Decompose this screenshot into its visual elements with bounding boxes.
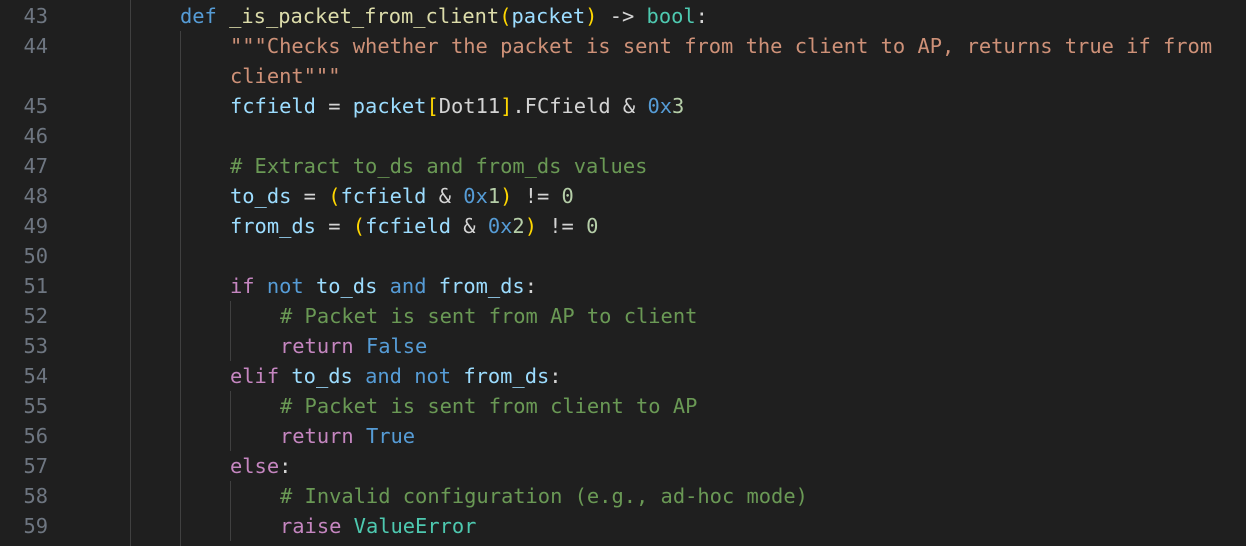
code-token: fcfield (230, 94, 316, 118)
code-token: # Packet is sent from AP to client (280, 304, 698, 328)
code-token: # Packet is sent from client to AP (280, 394, 698, 418)
code-line[interactable]: # Packet is sent from AP to client (280, 301, 697, 331)
code-token: from_ds (463, 364, 550, 388)
code-token: packet (511, 4, 586, 28)
code-token: 0x (463, 184, 488, 208)
indent-guide (230, 481, 231, 541)
code-token: -> (597, 4, 647, 28)
code-token: and (365, 364, 402, 388)
code-token: : (279, 454, 292, 478)
code-line[interactable]: # Extract to_ds and from_ds values (230, 151, 647, 181)
code-token: 0 (586, 214, 599, 238)
code-token: & (451, 214, 488, 238)
indent-guide (230, 301, 231, 361)
code-token: 0x (487, 214, 513, 238)
code-token: fcfield (365, 214, 451, 238)
code-token: fcfield (340, 184, 427, 208)
code-token: = (291, 184, 329, 208)
code-token: # Extract to_ds and from_ds values (230, 154, 648, 178)
code-line[interactable]: elif to_ds and not from_ds: (230, 361, 562, 391)
code-line[interactable]: def _is_packet_from_client(packet) -> bo… (180, 1, 708, 31)
code-token: to_ds (291, 364, 353, 388)
code-token: : (695, 4, 708, 28)
code-token: ) (585, 4, 598, 28)
code-token: 2 (512, 214, 525, 238)
code-token: # Invalid configuration (e.g., ad-hoc mo… (280, 484, 808, 508)
code-token: client""" (230, 64, 341, 88)
code-line[interactable]: else: (230, 451, 291, 481)
code-token: True (365, 424, 416, 448)
code-token: 1 (487, 184, 501, 208)
code-token: def (180, 4, 217, 28)
code-token: Dot11 (438, 94, 501, 118)
code-line[interactable]: if not to_ds and from_ds: (230, 271, 537, 301)
code-token: if (230, 274, 255, 298)
indent-guide (230, 391, 231, 451)
code-token: ) (500, 184, 513, 208)
code-token: ( (352, 214, 366, 238)
code-token: not (414, 364, 452, 388)
code-token: ValueError (353, 514, 477, 538)
code-token: .FCfield & (512, 94, 648, 118)
code-editor[interactable]: 43 44 45 46 47 48 49 50 51 52 53 54 55 56 57 58 59 def _… (0, 0, 1246, 546)
code-line[interactable]: to_ds = (fcfield & 0x1) != 0 (230, 181, 574, 211)
code-token: not (266, 274, 304, 298)
indent-guide (180, 31, 181, 546)
code-token: 3 (672, 94, 685, 118)
code-token: ) (524, 214, 537, 238)
code-token: [ (426, 94, 439, 118)
code-token: and (389, 274, 427, 298)
code-line[interactable]: raise ValueError (280, 511, 476, 541)
code-token: else (230, 454, 280, 478)
code-line[interactable]: # Packet is sent from client to AP (280, 391, 697, 421)
code-area[interactable]: def _is_packet_from_client(packet) -> bo… (0, 0, 1246, 546)
code-token: 0 (561, 184, 574, 208)
code-token: ] (500, 94, 513, 118)
code-token: = (315, 94, 353, 118)
code-token: from_ds (438, 274, 525, 298)
code-token: False (365, 334, 428, 358)
code-token: 0x (647, 94, 673, 118)
code-line[interactable]: fcfield = packet[Dot11].FCfield & 0x3 (230, 91, 684, 121)
code-line[interactable]: """Checks whether the packet is sent fro… (230, 31, 1212, 61)
code-token: from_ds (230, 214, 316, 238)
code-token: != (536, 214, 587, 238)
code-token: to_ds (315, 274, 378, 298)
code-token: bool (646, 4, 696, 28)
code-token: = (315, 214, 353, 238)
code-line[interactable]: from_ds = (fcfield & 0x2) != 0 (230, 211, 598, 241)
code-token: to_ds (230, 184, 292, 208)
code-token: _is_packet_from_client (229, 4, 500, 28)
code-token: : (524, 274, 537, 298)
code-line[interactable]: client""" (230, 61, 341, 91)
code-token: raise (280, 514, 342, 538)
code-line[interactable]: # Invalid configuration (e.g., ad-hoc mo… (280, 481, 808, 511)
code-token: ( (499, 4, 512, 28)
code-token: elif (230, 364, 280, 388)
code-token: return (280, 334, 354, 358)
code-token: return (280, 424, 354, 448)
code-line[interactable]: return True (280, 421, 415, 451)
code-token: & (426, 184, 464, 208)
code-token: """Checks whether the packet is sent fro… (230, 34, 1213, 58)
code-line[interactable]: return False (280, 331, 427, 361)
code-token: != (512, 184, 562, 208)
code-token: ( (328, 184, 341, 208)
code-token: : (549, 364, 562, 388)
indent-guide (130, 0, 131, 546)
code-token: packet (352, 94, 427, 118)
